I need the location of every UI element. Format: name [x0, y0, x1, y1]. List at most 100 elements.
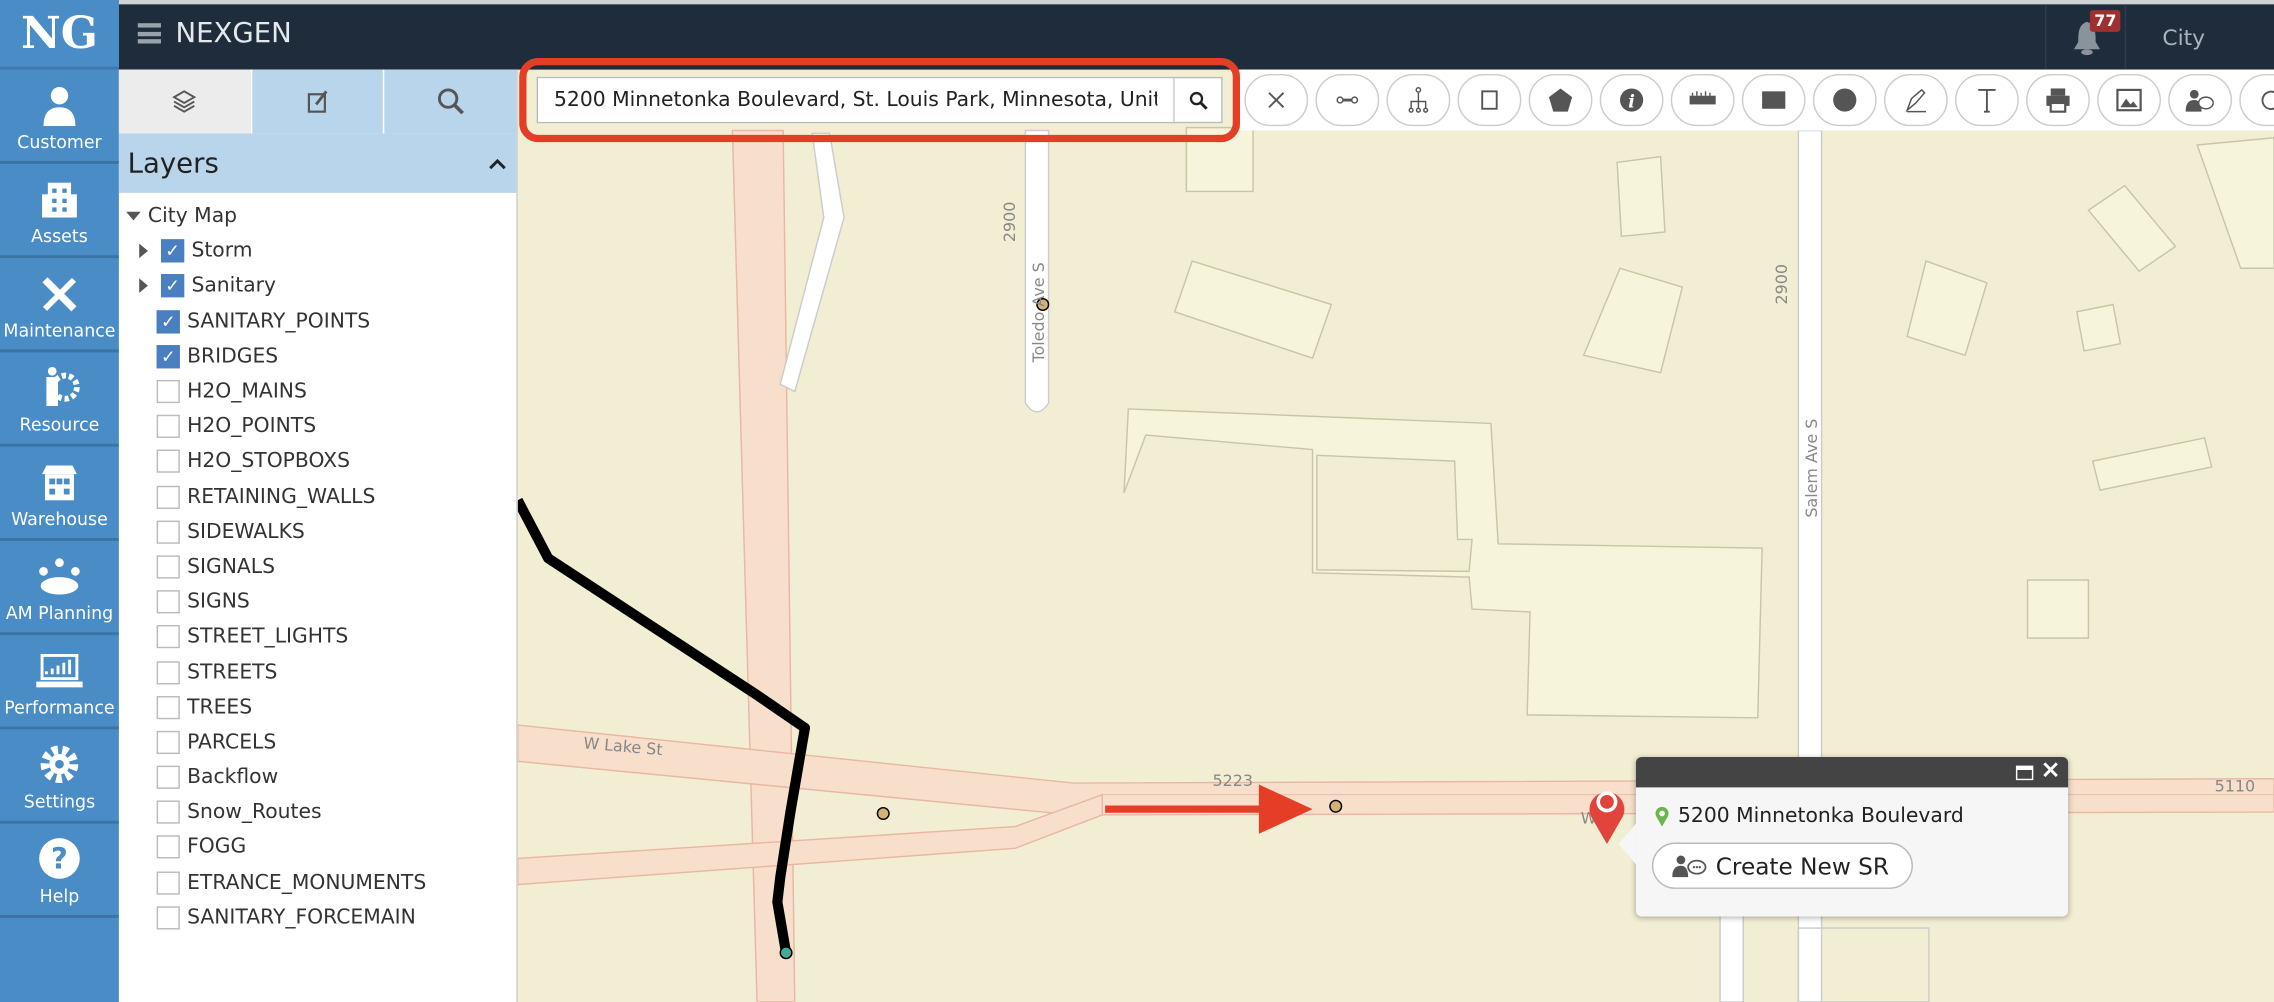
map-label: 2900 — [1772, 264, 1791, 305]
nav-assets[interactable]: Assets — [0, 164, 119, 259]
nav-label: Customer — [17, 131, 102, 153]
layer-checkbox[interactable] — [156, 485, 180, 509]
tool-pen-button[interactable] — [1883, 73, 1948, 127]
layer-checkbox[interactable] — [156, 625, 180, 649]
layer-checkbox[interactable] — [156, 730, 180, 754]
notification-badge: 77 — [2089, 10, 2121, 32]
layer-row[interactable]: TREES — [119, 690, 516, 725]
layer-checkbox[interactable] — [156, 835, 180, 860]
create-new-sr-button[interactable]: Create New SR — [1651, 842, 1913, 889]
tool-image-button[interactable] — [2097, 73, 2161, 127]
user-menu[interactable]: City — [2162, 25, 2205, 51]
close-icon[interactable]: × — [2040, 756, 2061, 785]
rectangle-icon — [1762, 91, 1786, 109]
layers-header[interactable]: Layers — [118, 133, 517, 193]
caret-down-icon[interactable] — [126, 211, 141, 221]
layer-checkbox[interactable] — [156, 450, 180, 474]
layer-checkbox[interactable] — [156, 415, 180, 439]
maximize-icon[interactable] — [2015, 765, 2034, 781]
layer-row[interactable]: Backflow — [119, 760, 516, 795]
highlight-annotation — [519, 58, 1241, 143]
tool-circle-button[interactable] — [1812, 73, 1877, 127]
notifications-button[interactable]: 77 — [2044, 4, 2127, 70]
layer-row[interactable]: PARCELS — [119, 725, 516, 760]
line-measure-icon — [1336, 96, 1359, 104]
layer-row[interactable]: ETRANCE_MONUMENTS — [119, 865, 516, 900]
layer-row[interactable]: ✓ SANITARY_POINTS — [119, 304, 516, 339]
layer-checkbox[interactable] — [156, 800, 180, 825]
map-toolbar: i — [1240, 69, 2274, 131]
layer-row[interactable]: RETAINING_WALLS — [119, 479, 516, 514]
tool-create-sr-button[interactable] — [2168, 73, 2233, 127]
layer-row[interactable]: H2O_STOPBOXS — [119, 444, 516, 479]
layer-label: Backflow — [187, 765, 279, 789]
app-logo[interactable]: NG — [0, 0, 119, 70]
nav-am-planning[interactable]: AM Planning — [0, 541, 119, 636]
tool-select-square-button[interactable] — [1457, 73, 1522, 127]
trace-icon — [1408, 87, 1429, 113]
nav-settings[interactable]: Settings — [0, 729, 119, 824]
nav-customer[interactable]: Customer — [0, 70, 119, 164]
layer-checkbox[interactable] — [156, 906, 180, 930]
caret-right-icon[interactable] — [139, 279, 148, 294]
nav-label: Assets — [31, 226, 88, 247]
layer-checkbox[interactable]: ✓ — [156, 309, 180, 334]
tree-root[interactable]: City Map — [119, 199, 516, 234]
chevron-up-icon[interactable] — [487, 156, 507, 171]
layer-checkbox[interactable] — [156, 765, 180, 789]
tool-polygon-button[interactable] — [1528, 73, 1593, 127]
layer-checkbox[interactable] — [156, 379, 180, 404]
tab-edit[interactable] — [250, 69, 384, 134]
laptop-chart-icon — [36, 653, 83, 688]
nav-help[interactable]: ? Help — [0, 824, 119, 918]
layer-checkbox[interactable]: ✓ — [156, 344, 180, 369]
layer-checkbox[interactable] — [156, 695, 180, 719]
nav-label: Maintenance — [3, 320, 116, 341]
address-popup: × 5200 Minnetonka Boulevard Create New S… — [1618, 756, 2069, 917]
caret-right-icon[interactable] — [139, 244, 148, 259]
tool-clear-button[interactable] — [1244, 73, 1309, 127]
layer-group-row[interactable]: ✓ Storm — [119, 234, 516, 269]
layer-label: FOGG — [187, 835, 247, 860]
layer-row[interactable]: H2O_MAINS — [119, 374, 516, 409]
layer-row[interactable]: SANITARY_FORCEMAIN — [119, 900, 516, 935]
layer-checkbox[interactable] — [156, 520, 180, 544]
layers-icon — [172, 90, 197, 113]
tool-line-measure-button[interactable] — [1315, 73, 1380, 127]
layer-checkbox[interactable]: ✓ — [160, 274, 185, 298]
tool-ruler-button[interactable] — [1670, 73, 1735, 127]
layer-row[interactable]: FOGG — [119, 830, 516, 865]
nav-warehouse[interactable]: Warehouse — [0, 447, 119, 541]
tool-print-button[interactable] — [2026, 73, 2090, 127]
nav-label: Performance — [4, 697, 115, 718]
tool-trace-button[interactable] — [1386, 73, 1451, 127]
layers-panel: Layers City Map ✓ Storm ✓ Sanitary ✓ SANITAR… — [118, 69, 518, 1002]
layer-checkbox[interactable] — [156, 871, 180, 895]
layer-row[interactable]: STREET_LIGHTS — [119, 620, 516, 655]
tab-search[interactable] — [383, 69, 517, 134]
tool-refresh-button[interactable] — [2239, 73, 2274, 127]
layer-row[interactable]: SIDEWALKS — [119, 514, 516, 549]
layer-row[interactable]: STREETS — [119, 655, 516, 690]
nav-label: Settings — [23, 791, 96, 813]
layer-label: Snow_Routes — [187, 800, 322, 825]
hamburger-menu-icon[interactable] — [137, 23, 161, 44]
layer-checkbox[interactable] — [156, 660, 180, 684]
nav-performance[interactable]: Performance — [0, 635, 119, 730]
tool-text-button[interactable] — [1955, 73, 2019, 127]
tool-info-button[interactable]: i — [1599, 73, 1664, 127]
layer-row[interactable]: SIGNS — [119, 584, 516, 619]
layer-row[interactable]: Snow_Routes — [119, 795, 516, 830]
tab-layers[interactable] — [118, 69, 251, 134]
layer-row[interactable]: H2O_POINTS — [119, 409, 516, 444]
layer-group-row[interactable]: ✓ Sanitary — [119, 269, 516, 304]
nav-maintenance[interactable]: Maintenance — [0, 258, 119, 353]
nav-resource[interactable]: Resource — [0, 352, 119, 447]
layer-label: SIDEWALKS — [187, 520, 305, 544]
layer-checkbox[interactable]: ✓ — [160, 239, 185, 263]
layer-row[interactable]: SIGNALS — [119, 549, 516, 584]
layer-row[interactable]: ✓ BRIDGES — [119, 339, 516, 374]
layer-checkbox[interactable] — [156, 590, 180, 614]
tool-rectangle-button[interactable] — [1741, 73, 1806, 127]
layer-checkbox[interactable] — [156, 555, 180, 579]
